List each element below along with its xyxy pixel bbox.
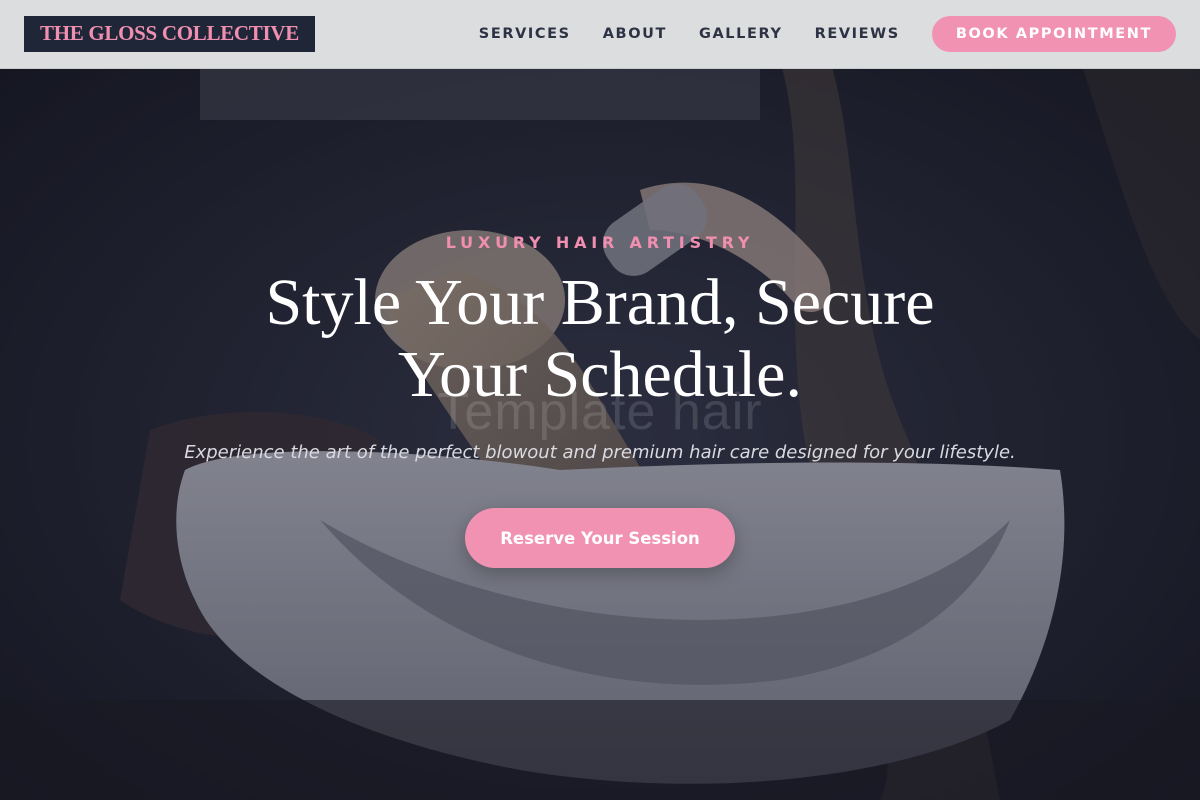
nav-link-services[interactable]: SERVICES (479, 26, 571, 42)
nav-link-about[interactable]: ABOUT (603, 26, 667, 42)
hero-section: LUXURY HAIR ARTISTRY Template hair Style… (0, 69, 1200, 800)
nav-link-reviews[interactable]: REVIEWS (815, 26, 900, 42)
logo-text: THE GLOSS COLLECTIVE (40, 20, 299, 45)
nav-link-gallery[interactable]: GALLERY (699, 26, 783, 42)
site-logo[interactable]: THE GLOSS COLLECTIVE (24, 16, 315, 52)
reserve-session-button[interactable]: Reserve Your Session (465, 508, 735, 568)
hero-subtext: Experience the art of the perfect blowou… (184, 442, 1016, 463)
hero-eyebrow: LUXURY HAIR ARTISTRY (445, 233, 755, 252)
hero-headline: Style Your Brand, Secure Your Schedule. (265, 266, 935, 411)
site-header: THE GLOSS COLLECTIVE SERVICES ABOUT GALL… (0, 0, 1200, 69)
book-appointment-button[interactable]: BOOK APPOINTMENT (931, 16, 1176, 52)
main-nav: SERVICES ABOUT GALLERY REVIEWS BOOK APPO… (479, 16, 1176, 52)
